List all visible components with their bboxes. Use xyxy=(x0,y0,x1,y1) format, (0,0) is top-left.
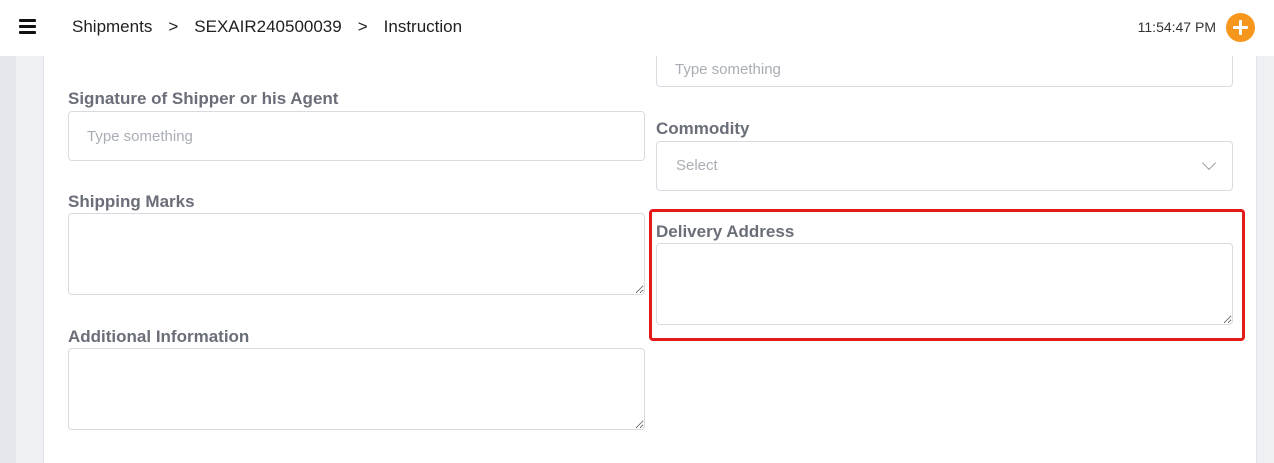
left-gutter xyxy=(0,56,16,463)
add-icon[interactable] xyxy=(1226,13,1255,42)
breadcrumb-separator: > xyxy=(357,17,368,36)
breadcrumb-shipments[interactable]: Shipments xyxy=(72,17,152,37)
commodity-select[interactable]: Select xyxy=(656,141,1233,191)
clock: 11:54:47 PM xyxy=(1137,19,1216,35)
top-right-input[interactable] xyxy=(656,52,1233,87)
hamburger-menu-icon[interactable] xyxy=(19,19,36,35)
delivery-address-textarea[interactable] xyxy=(656,243,1233,325)
chevron-down-icon xyxy=(1201,155,1217,171)
signature-label: Signature of Shipper or his Agent xyxy=(68,89,339,108)
breadcrumb-current: Instruction xyxy=(383,17,463,36)
commodity-selected-value: Select xyxy=(676,157,718,174)
breadcrumb-shipment-id[interactable]: SEXAIR240500039 xyxy=(194,17,341,37)
signature-input[interactable] xyxy=(68,111,645,161)
commodity-label: Commodity xyxy=(656,119,750,138)
additional-information-label: Additional Information xyxy=(68,327,250,346)
shipping-marks-label: Shipping Marks xyxy=(68,192,195,211)
top-bar: Shipments > SEXAIR240500039 > Instructio… xyxy=(0,0,1274,56)
shipping-marks-textarea[interactable] xyxy=(68,213,645,295)
instruction-form-card: Signature of Shipper or his Agent Commod… xyxy=(43,52,1257,463)
additional-information-textarea[interactable] xyxy=(68,348,645,430)
breadcrumb: Shipments > SEXAIR240500039 > Instructio… xyxy=(72,17,462,37)
delivery-address-label: Delivery Address xyxy=(656,222,795,241)
breadcrumb-separator: > xyxy=(168,17,179,36)
